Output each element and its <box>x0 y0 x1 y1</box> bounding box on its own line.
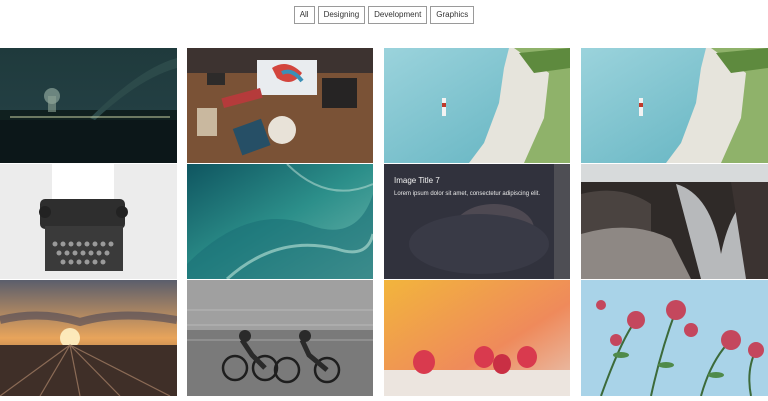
filter-development-button[interactable]: Development <box>368 6 428 24</box>
gallery-image-coast-lighthouse-1[interactable] <box>384 48 570 163</box>
gallery-image-railway-sunset[interactable] <box>0 280 177 396</box>
portfolio-gallery-page: All Designing Development Graphics Image… <box>0 0 768 401</box>
overlay-description: Lorem ipsum dolor sit amet, consectetur … <box>394 191 541 197</box>
gallery-image-coast-lighthouse-2[interactable] <box>581 48 768 163</box>
gallery-image-cyclists[interactable] <box>187 280 373 396</box>
image-hover-overlay: Image Title 7 Lorem ipsum dolor sit amet… <box>384 164 570 279</box>
overlay-title: Image Title 7 <box>394 176 440 185</box>
filter-graphics-button[interactable]: Graphics <box>430 6 475 24</box>
gallery-image-ocean-wave[interactable] <box>187 164 373 279</box>
gallery-image-waterfall[interactable] <box>581 164 768 279</box>
gallery-image-typewriter[interactable] <box>0 164 177 279</box>
gallery-image-city-night[interactable] <box>0 48 177 163</box>
category-filter-bar: All Designing Development Graphics <box>0 6 768 24</box>
gallery-image-sleeping-baby[interactable]: Image Title 7 Lorem ipsum dolor sit amet… <box>384 164 570 279</box>
filter-designing-button[interactable]: Designing <box>317 6 366 24</box>
gallery-image-raspberries[interactable] <box>384 280 570 396</box>
filter-all-button[interactable]: All <box>293 6 315 24</box>
gallery-image-design-desk[interactable] <box>187 48 373 163</box>
gallery-image-pink-flowers[interactable] <box>581 280 768 396</box>
